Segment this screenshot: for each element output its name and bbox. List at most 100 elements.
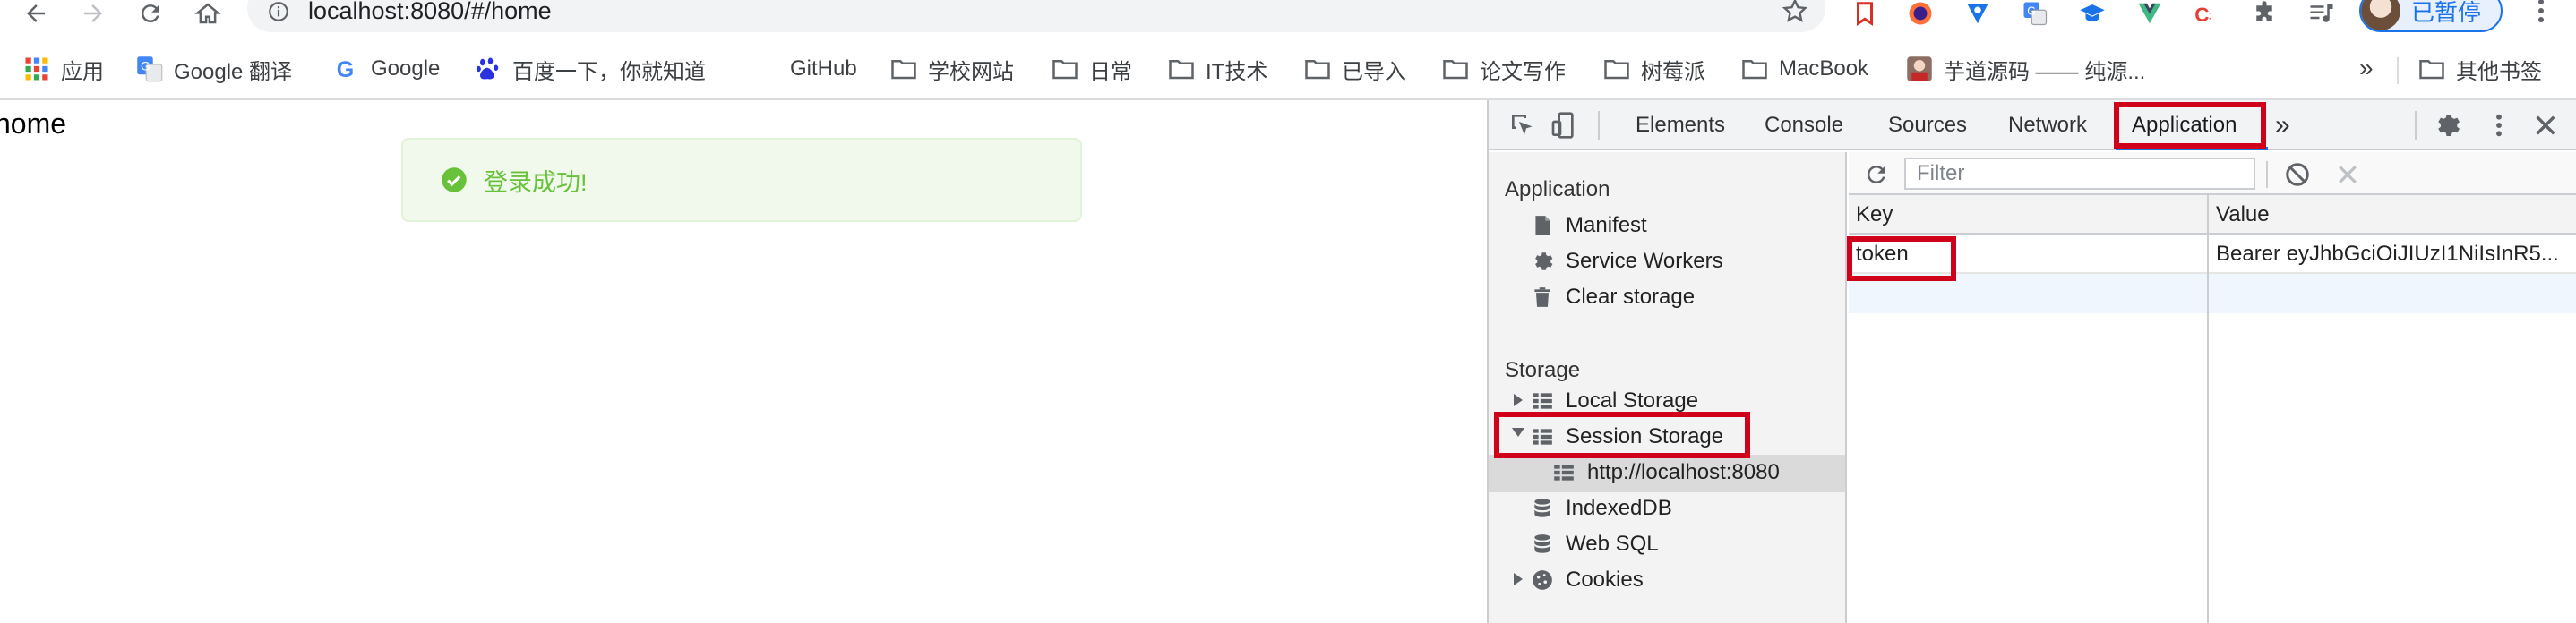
bookmark-folder-raspberry[interactable]: 树莓派: [1603, 54, 1705, 84]
devtools-separator: [2415, 111, 2417, 140]
bookmark-folder-school[interactable]: 学校网站: [890, 54, 1014, 84]
vue-devtools-icon: [2138, 3, 2161, 24]
profile-button[interactable]: 已暂停: [2359, 0, 2503, 32]
info-icon[interactable]: [267, 0, 290, 23]
bookmark-other[interactable]: 其他书签: [2418, 54, 2542, 84]
sidebar-item-label: Service Workers: [1566, 249, 1723, 273]
filter-input[interactable]: [1904, 158, 2255, 190]
tab-sources[interactable]: Sources: [1888, 100, 1967, 150]
graduation-cap-icon: [2080, 4, 2105, 21]
devtools-panel: Elements Console Sources Network Applica…: [1487, 100, 2576, 623]
ext-translate[interactable]: G: [2019, 0, 2051, 27]
browser-toolbar: localhost:8080/#/home G C: 已暂停: [0, 0, 2576, 43]
sidebar-item-service-workers[interactable]: Service Workers: [1530, 243, 1723, 279]
folder-icon: [1742, 60, 1767, 80]
close-icon: [2536, 115, 2555, 135]
sidebar-item-manifest[interactable]: Manifest: [1530, 208, 1647, 243]
collapse-arrow-icon[interactable]: [1512, 428, 1524, 437]
tab-network[interactable]: Network: [2008, 100, 2087, 150]
trash-icon: [1534, 287, 1550, 307]
inspect-element-button[interactable]: [1507, 109, 1539, 141]
column-divider[interactable]: [2207, 195, 2209, 623]
storage-grid-icon: [1554, 465, 1574, 481]
reload-button[interactable]: [131, 0, 170, 27]
ext-firefox[interactable]: [1904, 0, 1936, 27]
success-message: 登录成功!: [401, 138, 1082, 222]
svg-text:C: C: [2194, 4, 2209, 26]
bookmark-yudao[interactable]: 芋道源码 —— 纯源...: [1906, 54, 2145, 84]
sidebar-item-clear-storage[interactable]: Clear storage: [1530, 279, 1695, 315]
address-bar[interactable]: localhost:8080/#/home: [247, 0, 1825, 32]
folder-icon: [1604, 60, 1629, 80]
ext-puzzle[interactable]: [2248, 0, 2280, 27]
svg-text::: :: [2208, 8, 2211, 21]
bookmark-apps[interactable]: 应用: [23, 54, 104, 84]
profile-status: 已暂停: [2411, 0, 2482, 26]
table-row-empty[interactable]: [1849, 274, 2576, 313]
table-row[interactable]: token Bearer eyJhbGciOiJIUzI1NiIsInR5...: [1849, 235, 2576, 274]
clear-all-icon[interactable]: [2284, 161, 2311, 188]
bookmark-folder-macbook[interactable]: MacBook: [1741, 54, 1868, 84]
baidu-icon: [476, 57, 499, 80]
ext-shield[interactable]: [1962, 0, 1994, 27]
bookmark-folder-it[interactable]: IT技术: [1168, 54, 1267, 84]
csdn-icon: C:: [2194, 4, 2211, 26]
bookmark-folder-imported[interactable]: 已导入: [1304, 54, 1406, 84]
more-tabs-button[interactable]: »: [2275, 100, 2290, 150]
refresh-icon[interactable]: [1863, 161, 1890, 188]
reload-icon: [141, 4, 159, 23]
devtools-settings-button[interactable]: [2431, 109, 2463, 141]
folder-icon: [891, 60, 916, 80]
row-value: Bearer eyJhbGciOiJIUzI1NiIsInR5...: [2216, 242, 2559, 266]
devtools-close-button[interactable]: [2529, 109, 2562, 141]
sidebar-item-session-storage[interactable]: Session Storage: [1530, 419, 1723, 455]
table-header: Key Value: [1849, 195, 2576, 235]
storage-grid-icon: [1533, 429, 1552, 445]
back-button[interactable]: [16, 0, 56, 27]
toolbar-separator: [2266, 161, 2268, 188]
sidebar-item-label: Local Storage: [1566, 388, 1699, 413]
devtools-separator: [1598, 111, 1600, 140]
folder-icon: [2419, 60, 2444, 80]
application-sidebar: Application Manifest Service Workers Cle…: [1489, 152, 1847, 623]
ext-graduation[interactable]: [2076, 0, 2108, 27]
tab-application[interactable]: Application: [2132, 100, 2237, 150]
ext-bookmark[interactable]: [1849, 0, 1881, 27]
sidebar-item-label: Manifest: [1566, 213, 1647, 237]
shield-extension-icon: [1967, 4, 1988, 24]
expand-arrow-icon[interactable]: [1514, 573, 1523, 585]
bookmark-google[interactable]: G Google: [333, 54, 441, 84]
bookmark-google-translate[interactable]: G Google 翻译: [136, 54, 292, 84]
bookmark-label: 日常: [1089, 59, 1132, 84]
forward-button[interactable]: [73, 0, 113, 27]
tab-elements[interactable]: Elements: [1636, 100, 1725, 150]
sidebar-item-websql[interactable]: Web SQL: [1530, 526, 1659, 562]
sidebar-item-session-origin[interactable]: http://localhost:8080: [1551, 455, 1780, 491]
sidebar-item-indexeddb[interactable]: IndexedDB: [1530, 491, 1672, 526]
bookmark-folder-thesis[interactable]: 论文写作: [1442, 54, 1566, 84]
ext-csdn[interactable]: C:: [2191, 0, 2223, 27]
bookmark-star-icon[interactable]: [1781, 0, 1809, 25]
ext-media[interactable]: [2306, 0, 2338, 27]
sidebar-item-local-storage[interactable]: Local Storage: [1530, 383, 1698, 419]
bookmark-folder-daily[interactable]: 日常: [1052, 54, 1132, 84]
browser-menu-icon[interactable]: [2528, 0, 2555, 32]
bookmarks-bar: 应用 G Google 翻译 G Google 百度一下，你就知道 GitHub…: [0, 43, 2576, 100]
google-translate-icon: G: [137, 56, 163, 82]
ext-vue[interactable]: [2134, 0, 2166, 27]
bookmark-baidu[interactable]: 百度一下，你就知道: [475, 54, 706, 84]
delete-selected-icon[interactable]: [2334, 161, 2361, 188]
device-toolbar-button[interactable]: [1548, 109, 1580, 141]
sidebar-item-cookies[interactable]: Cookies: [1530, 562, 1644, 598]
bookmarks-overflow-button[interactable]: »: [2359, 54, 2374, 82]
home-button[interactable]: [188, 0, 228, 27]
bookmark-github[interactable]: GitHub: [752, 54, 857, 84]
column-header-value[interactable]: Value: [2216, 202, 2270, 227]
devtools-menu-button[interactable]: [2483, 109, 2515, 141]
devtools-tabbar: Elements Console Sources Network Applica…: [1489, 100, 2576, 150]
site-avatar-icon: [1907, 56, 1932, 81]
tab-console[interactable]: Console: [1765, 100, 1843, 150]
bookmark-label: 百度一下，你就知道: [512, 59, 706, 84]
expand-arrow-icon[interactable]: [1514, 394, 1523, 406]
column-header-key[interactable]: Key: [1856, 202, 1893, 227]
